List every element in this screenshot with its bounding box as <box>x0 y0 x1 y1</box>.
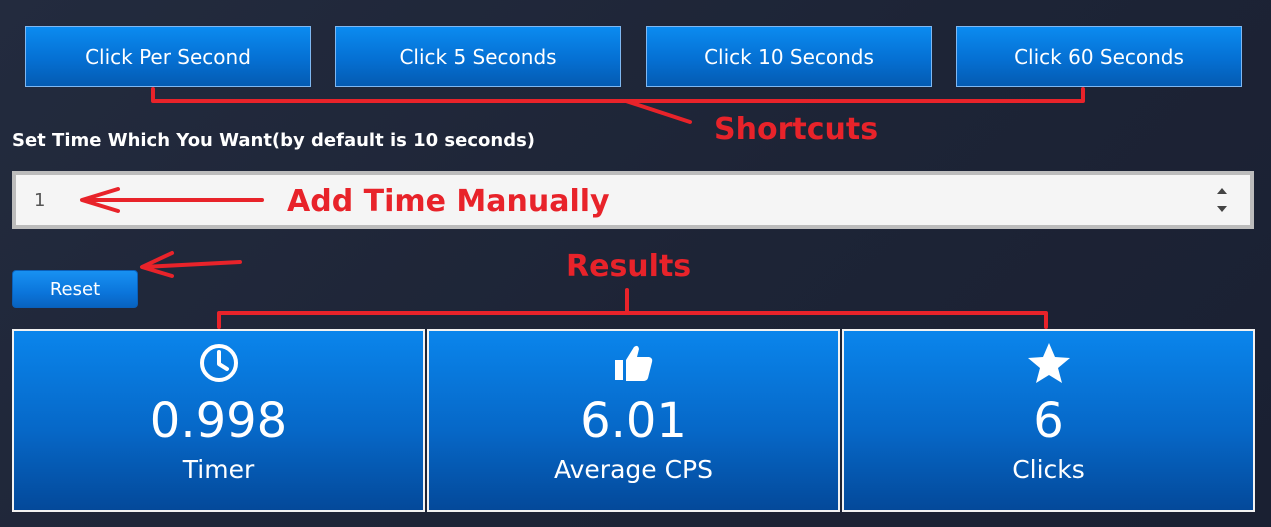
average-cps-card: 6.01 Average CPS <box>427 329 840 512</box>
timer-value: 0.998 <box>149 393 288 449</box>
thumbs-up-icon <box>611 341 657 389</box>
time-input[interactable] <box>16 175 1250 225</box>
spinner-down-icon[interactable] <box>1217 206 1227 212</box>
shortcuts-annotation: Shortcuts <box>714 112 879 147</box>
clicks-value: 6 <box>1033 393 1064 449</box>
add-time-annotation: Add Time Manually <box>287 184 610 219</box>
timer-label: Timer <box>182 455 255 484</box>
reset-button[interactable]: Reset <box>12 270 138 308</box>
results-annotation: Results <box>566 249 692 284</box>
average-cps-label: Average CPS <box>553 455 713 484</box>
star-icon <box>1026 341 1072 389</box>
clicks-card: 6 Clicks <box>842 329 1255 512</box>
set-time-label: Set Time Which You Want(by default is 10… <box>12 130 536 151</box>
click-5-seconds-button[interactable]: Click 5 Seconds <box>335 26 621 87</box>
clock-icon <box>197 341 241 389</box>
average-cps-value: 6.01 <box>580 393 687 449</box>
spinner-up-icon[interactable] <box>1217 188 1227 194</box>
click-60-seconds-button[interactable]: Click 60 Seconds <box>956 26 1242 87</box>
clicks-label: Clicks <box>1012 455 1085 484</box>
number-spinner[interactable] <box>1214 188 1230 212</box>
click-10-seconds-button[interactable]: Click 10 Seconds <box>646 26 932 87</box>
click-per-second-button[interactable]: Click Per Second <box>25 26 311 87</box>
time-input-box <box>12 171 1254 229</box>
timer-card: 0.998 Timer <box>12 329 425 512</box>
